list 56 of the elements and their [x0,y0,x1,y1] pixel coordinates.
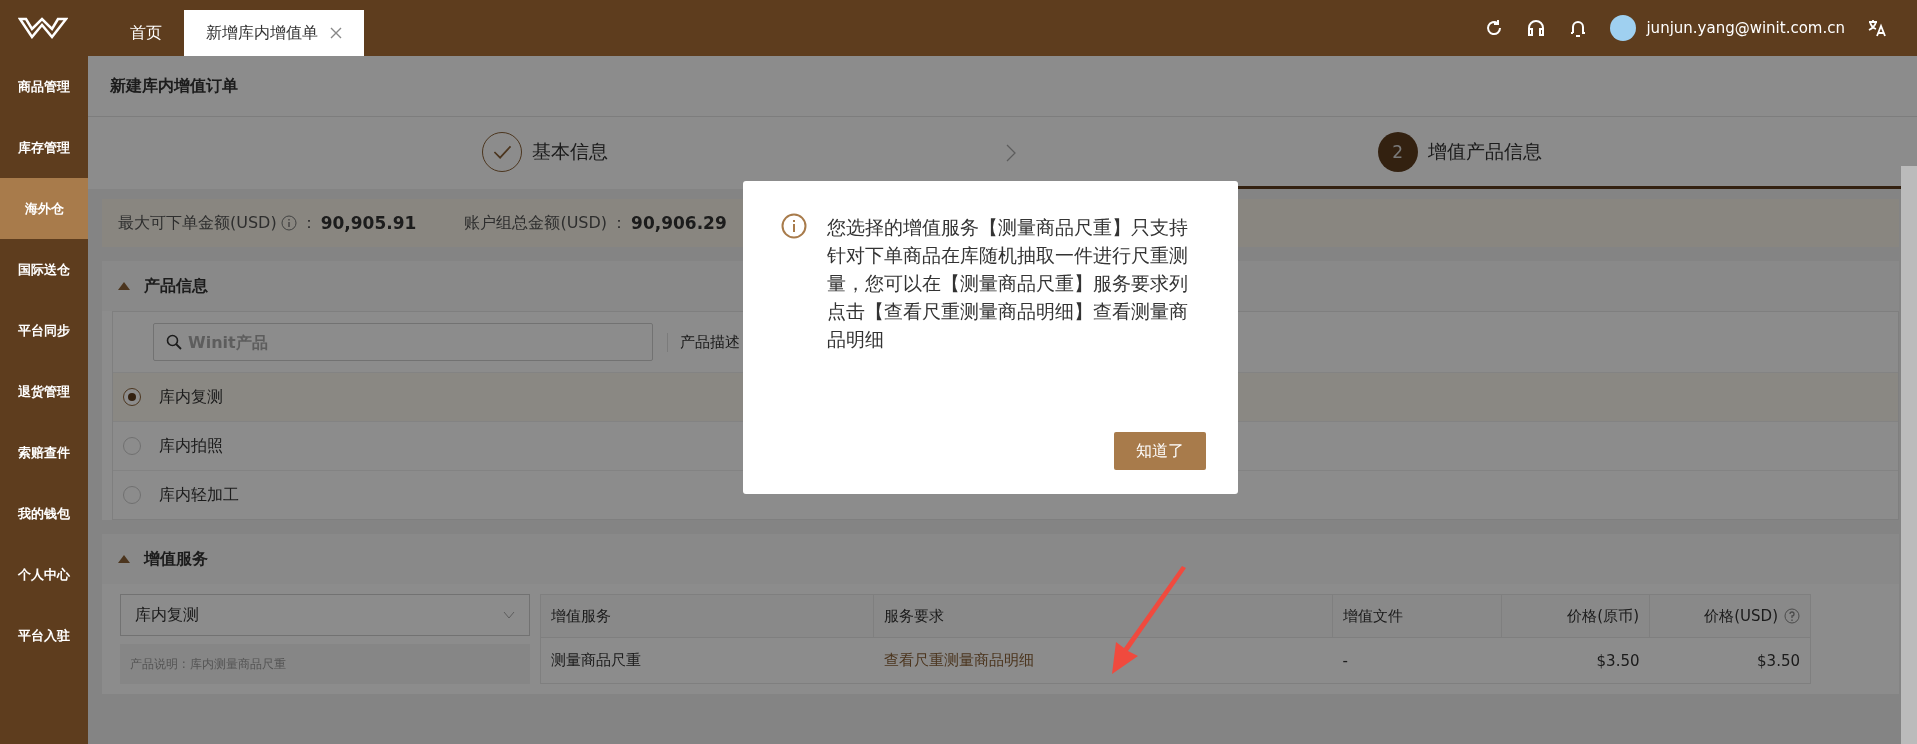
table-cell: $3.50 [1596,651,1640,670]
search-icon [166,334,182,350]
option-label[interactable]: 库内轻加工 [159,484,239,506]
column-header: 价格(USD) [1649,594,1811,638]
page-title: 新建库内增值订单 [110,75,238,97]
info-icon [781,213,807,239]
sidebar-item[interactable]: 海外仓 [0,178,88,239]
close-icon[interactable] [330,27,342,39]
detail-link[interactable]: 查看尺重测量商品明细 [883,651,1034,670]
sidebar-item[interactable]: 个人中心 [0,544,88,605]
page-tab[interactable]: 首页 [108,10,184,56]
collapse-triangle-icon[interactable] [118,555,130,563]
scrollbar[interactable] [1901,166,1917,744]
table-cell: $3.50 [1757,651,1800,670]
option-label[interactable]: 库内复测 [159,386,223,408]
sidebar-item[interactable]: 商品管理 [0,56,88,117]
step: 基本信息 [88,117,1003,189]
chevron-right-icon [1005,143,1017,163]
help-icon[interactable] [1784,608,1800,625]
page-tab[interactable]: 新增库内增值单 [184,10,364,56]
sidebar-item[interactable]: 库存管理 [0,117,88,178]
balance-label: 账户组总金额(USD) [464,212,608,234]
logo-icon [18,17,68,39]
chevron-down-icon [503,609,515,621]
user-email[interactable]: junjun.yang@winit.com.cn [1646,19,1845,37]
service-dropdown[interactable]: 库内复测 [120,594,530,636]
info-icon[interactable] [280,215,297,231]
translate-icon[interactable] [1867,18,1887,38]
table-cell: - [1342,651,1348,670]
section-title: 增值服务 [144,548,208,570]
separator: ： [300,212,317,234]
column-label: 产品描述 [667,332,740,352]
headset-icon[interactable] [1526,18,1547,38]
radio-button[interactable] [123,388,141,406]
column-header: 增值文件 [1332,594,1502,638]
confirm-button[interactable]: 知道了 [1114,432,1206,470]
column-header: 价格(原币) [1501,594,1650,638]
avatar[interactable] [1610,15,1637,41]
sidebar-item[interactable]: 国际送仓 [0,239,88,300]
balance-value: 90,906.29 [631,213,727,233]
table-cell: 测量商品尺重 [551,651,641,670]
balance-value: 90,905.91 [320,213,417,233]
balance-label: 最大可下单金额(USD) [118,212,277,234]
sidebar-item[interactable]: 退货管理 [0,361,88,422]
sidebar-item[interactable]: 我的钱包 [0,483,88,544]
column-header: 服务要求 [873,594,1333,638]
separator: ： [611,212,628,234]
sidebar-item[interactable]: 平台入驻 [0,605,88,666]
option-label[interactable]: 库内拍照 [159,435,223,457]
step-number: 2 [1377,131,1418,172]
dialog-message: 您选择的增值服务【测量商品尺重】只支持针对下单商品在库随机抽取一件进行尺重测量，您可以在【测量商品尺重】服务要求列点击【查看尺重测量商品明细】查看测量商品明细 [827,215,1189,352]
collapse-triangle-icon[interactable] [118,282,130,290]
column-header: 增值服务 [540,594,874,638]
section-title: 产品信息 [144,275,208,297]
sidebar-item[interactable]: 平台同步 [0,300,88,361]
sidebar-item[interactable]: 索赔查件 [0,422,88,483]
